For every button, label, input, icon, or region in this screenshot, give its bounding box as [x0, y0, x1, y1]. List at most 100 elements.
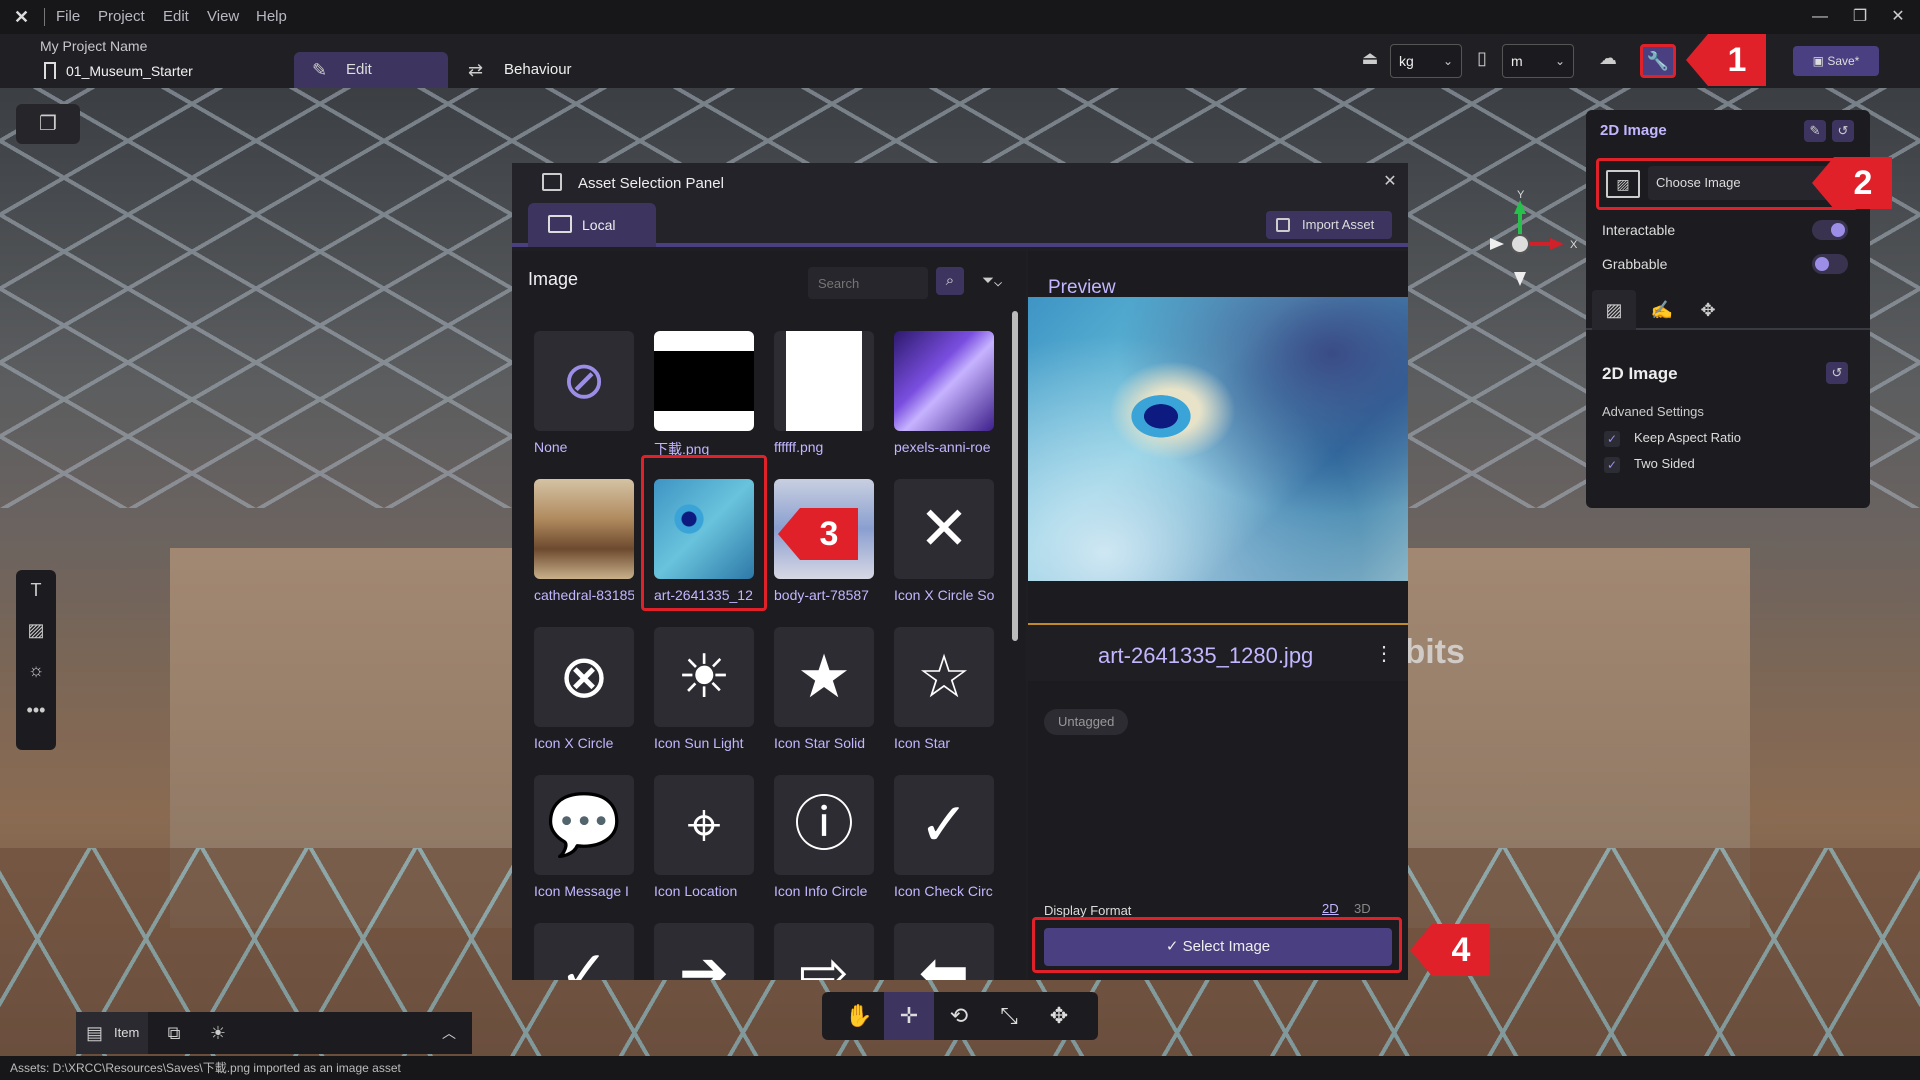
move-icon[interactable]: ✛	[884, 992, 934, 1040]
more-vertical-icon[interactable]: ⋮	[1374, 641, 1394, 666]
asset-label: cathedral-83185	[534, 587, 634, 603]
edit-pencil-icon[interactable]: ✎	[1804, 120, 1826, 142]
asset-tile[interactable]: ✓	[534, 923, 634, 980]
grabbable-toggle[interactable]	[1812, 254, 1848, 274]
bookmark-icon	[44, 62, 56, 79]
asset-thumbnail[interactable]	[654, 331, 754, 431]
asset-thumbnail[interactable]	[894, 331, 994, 431]
transform-toolbar: ✋ ✛ ⟲ ⤡ ✥	[822, 992, 1098, 1040]
layers-icon[interactable]: ❐	[16, 104, 80, 144]
menu-help[interactable]: Help	[256, 0, 287, 34]
interactable-label: Interactable	[1602, 222, 1676, 238]
minimize-icon[interactable]: —	[1798, 0, 1842, 34]
x-circle-icon: ⊗	[558, 643, 610, 710]
menu-separator	[44, 8, 45, 26]
environment-icon[interactable]: ☀	[200, 1012, 236, 1054]
import-asset-button[interactable]: Import Asset	[1266, 211, 1392, 239]
menu-edit[interactable]: Edit	[163, 0, 189, 34]
image-tab-icon[interactable]: ▨	[1592, 290, 1636, 330]
item-icon: ▤	[86, 1023, 104, 1043]
close-icon[interactable]: ✕	[1380, 171, 1400, 191]
length-unit-select[interactable]: m ⌄	[1502, 44, 1574, 78]
scale-icon[interactable]: ⤡	[984, 992, 1034, 1040]
image-placeholder-icon: ▨	[1606, 170, 1640, 198]
callout-4: 4	[1432, 924, 1490, 976]
menu-project[interactable]: Project	[98, 0, 145, 34]
asset-tile[interactable]: ⬅	[894, 923, 994, 980]
transform-icon[interactable]: ✥	[1034, 992, 1084, 1040]
asset-label: Icon X Circle So	[894, 587, 994, 603]
properties-header: 2D Image ✎ ↺	[1586, 110, 1870, 148]
menu-view[interactable]: View	[207, 0, 239, 34]
info-icon: ⓘ	[794, 791, 854, 858]
asset-tile[interactable]: ☆	[894, 627, 994, 727]
project-bar: My Project Name 01_Museum_Starter ✎ Edit…	[0, 34, 1920, 88]
material-tab-icon[interactable]: ✍	[1640, 290, 1684, 330]
tab-behaviour[interactable]: ⇄ Behaviour	[462, 52, 612, 88]
orientation-gizmo[interactable]: Y X	[1470, 188, 1590, 298]
tag-badge[interactable]: Untagged	[1044, 709, 1129, 735]
menu-bar: ✕ File Project Edit View Help — ❐ ✕	[0, 0, 1920, 34]
keep-aspect-checkbox[interactable]: ✓	[1604, 431, 1620, 447]
hand-icon[interactable]: ✋	[834, 992, 884, 1040]
asset-tile[interactable]: ⊗	[534, 627, 634, 727]
select-image-button[interactable]: ✓ Select Image	[1044, 928, 1392, 966]
asset-tile[interactable]: 💬	[534, 775, 634, 875]
asset-tile[interactable]: ★	[774, 627, 874, 727]
check-solid-icon: ✓	[918, 791, 970, 858]
asset-tile[interactable]: ⊘	[534, 331, 634, 431]
none-icon: ⊘	[562, 352, 606, 410]
properties-title: 2D Image	[1600, 122, 1667, 139]
cloud-icon[interactable]: ☁	[1594, 48, 1622, 69]
mass-unit-select[interactable]: kg ⌄	[1390, 44, 1462, 78]
asset-label: Icon X Circle	[534, 735, 614, 751]
section-title: 2D Image	[1602, 364, 1678, 383]
edit-pencil-icon: ✎	[312, 60, 328, 80]
left-tool-strip: T ▨ ☼ •••	[16, 570, 56, 750]
asset-tile[interactable]: ⌖	[654, 775, 754, 875]
asset-tile[interactable]: ⇨	[774, 923, 874, 980]
tab-edit[interactable]: ✎ Edit	[294, 52, 448, 88]
tab-local[interactable]: Local	[528, 203, 656, 247]
rotate-icon[interactable]: ⟲	[934, 992, 984, 1040]
format-3d-option[interactable]: 3D	[1354, 901, 1371, 916]
asset-tile[interactable]: ✓	[894, 775, 994, 875]
chevron-up-icon[interactable]: ︿	[434, 1012, 464, 1054]
two-sided-checkbox[interactable]: ✓	[1604, 457, 1620, 473]
transform-tab-icon[interactable]: ✥	[1686, 290, 1730, 330]
length-unit-value: m	[1511, 53, 1523, 69]
project-name: My Project Name	[40, 38, 148, 54]
panel-title: Asset Selection Panel	[578, 175, 724, 192]
grid-scrollbar[interactable]	[1012, 311, 1018, 641]
chevron-down-icon: ⌄	[1442, 54, 1453, 68]
asset-thumbnail[interactable]	[774, 331, 874, 431]
more-icon[interactable]: •••	[16, 690, 56, 730]
asset-tile[interactable]: ➔	[654, 923, 754, 980]
chevron-down-icon: ⌄	[1554, 54, 1565, 68]
save-button[interactable]: ▣ Save*	[1793, 46, 1879, 76]
reset-icon[interactable]: ↺	[1832, 120, 1854, 142]
preview-area: Preview art-2641335_1280.jpg ⋮ Untagged …	[1028, 251, 1408, 980]
asset-tile[interactable]: ⓘ	[774, 775, 874, 875]
arrow-right-solid-icon: ➔	[678, 939, 730, 980]
scene-objects-icon[interactable]: ⧉	[156, 1012, 192, 1054]
asset-tile[interactable]: ✕	[894, 479, 994, 579]
tab-behaviour-label: Behaviour	[504, 61, 572, 78]
close-window-icon[interactable]: ✕	[1876, 0, 1920, 34]
sun-icon: ☀	[677, 643, 731, 710]
menu-file[interactable]: File	[56, 0, 80, 34]
text-tool-icon[interactable]: T	[16, 570, 56, 610]
light-tool-icon[interactable]: ☼	[16, 650, 56, 690]
asset-thumbnail[interactable]	[534, 479, 634, 579]
format-2d-option[interactable]: 2D	[1322, 901, 1339, 916]
reset-icon[interactable]: ↺	[1826, 362, 1848, 384]
image-tool-icon[interactable]: ▨	[16, 610, 56, 650]
interactable-toggle[interactable]	[1812, 220, 1848, 240]
callout-1: 1	[1708, 34, 1766, 86]
asset-tile[interactable]: ☀	[654, 627, 754, 727]
asset-label: Icon Check Circ	[894, 883, 993, 899]
wrench-icon[interactable]: 🔧	[1640, 44, 1676, 78]
tab-item[interactable]: ▤ Item	[76, 1012, 148, 1054]
asset-grid-area: Image ⌕ ⏷⌄ ⊘None下載.pngffffff.pngpexels-a…	[512, 251, 1026, 980]
display-format-label: Display Format	[1044, 903, 1132, 918]
